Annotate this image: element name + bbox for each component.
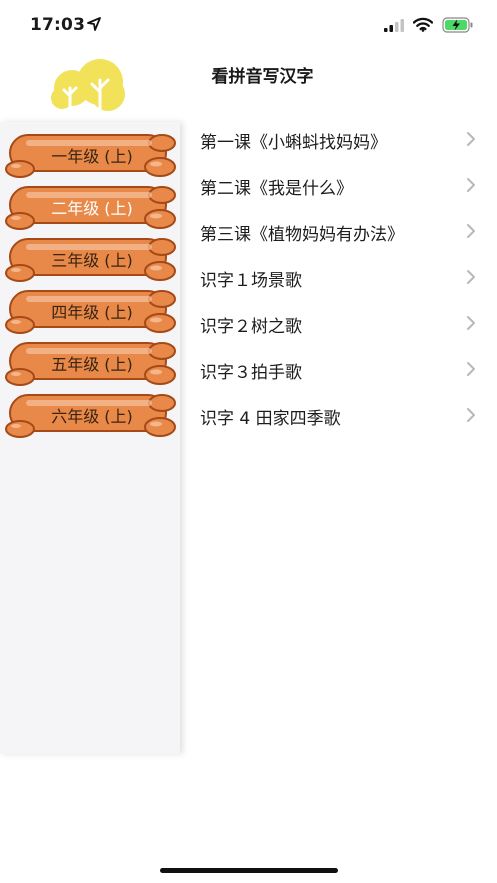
lesson-row-4[interactable]: 识字１场景歌 bbox=[180, 254, 497, 300]
grade-button-4[interactable]: 四年级 (上) bbox=[2, 288, 180, 336]
grade-label: 一年级 (上) bbox=[51, 147, 133, 166]
grade-label: 六年级 (上) bbox=[51, 407, 133, 426]
lesson-row-6[interactable]: 识字３拍手歌 bbox=[180, 346, 497, 392]
location-arrow-icon bbox=[87, 17, 101, 31]
lesson-label: 识字３拍手歌 bbox=[200, 363, 302, 383]
grade-button-5[interactable]: 五年级 (上) bbox=[2, 340, 180, 388]
signal-icon bbox=[384, 19, 404, 32]
lesson-row-5[interactable]: 识字２树之歌 bbox=[180, 300, 497, 346]
chevron-right-icon bbox=[467, 132, 475, 146]
chevron-right-icon bbox=[467, 224, 475, 238]
lesson-label: 第三课《植物妈妈有办法》 bbox=[200, 225, 404, 245]
wifi-icon bbox=[413, 17, 433, 32]
chevron-right-icon bbox=[467, 408, 475, 422]
lesson-label: 第二课《我是什么》 bbox=[200, 179, 353, 199]
grade-button-1[interactable]: 一年级 (上) bbox=[2, 132, 180, 180]
battery-charging-icon bbox=[442, 17, 473, 33]
lesson-row-3[interactable]: 第三课《植物妈妈有办法》 bbox=[180, 208, 497, 254]
grade-button-2[interactable]: 二年级 (上) bbox=[2, 184, 180, 232]
lesson-label: 识字 4 田家四季歌 bbox=[200, 409, 341, 429]
yellow-tree-icon bbox=[51, 59, 125, 112]
lesson-label: 识字１场景歌 bbox=[200, 271, 302, 291]
chevron-right-icon bbox=[467, 178, 475, 192]
status-bar: 17:03 bbox=[0, 0, 497, 52]
grade-label: 二年级 (上) bbox=[51, 199, 133, 218]
chevron-right-icon bbox=[467, 362, 475, 376]
lesson-row-1[interactable]: 第一课《小蝌蚪找妈妈》 bbox=[180, 116, 497, 162]
lesson-label: 第一课《小蝌蚪找妈妈》 bbox=[200, 133, 387, 153]
grade-button-3[interactable]: 三年级 (上) bbox=[2, 236, 180, 284]
grade-button-6[interactable]: 六年级 (上) bbox=[2, 392, 180, 440]
grade-label: 三年级 (上) bbox=[51, 251, 133, 270]
chevron-right-icon bbox=[467, 270, 475, 284]
grade-label: 四年级 (上) bbox=[51, 303, 133, 322]
status-time: 17:03 bbox=[30, 15, 86, 35]
chevron-right-icon bbox=[467, 316, 475, 330]
home-indicator[interactable] bbox=[160, 868, 338, 873]
page-title: 看拼音写汉字 bbox=[211, 67, 314, 87]
lesson-row-7[interactable]: 识字 4 田家四季歌 bbox=[180, 392, 497, 438]
grade-label: 五年级 (上) bbox=[51, 355, 133, 374]
lesson-row-2[interactable]: 第二课《我是什么》 bbox=[180, 162, 497, 208]
lesson-label: 识字２树之歌 bbox=[200, 317, 302, 337]
